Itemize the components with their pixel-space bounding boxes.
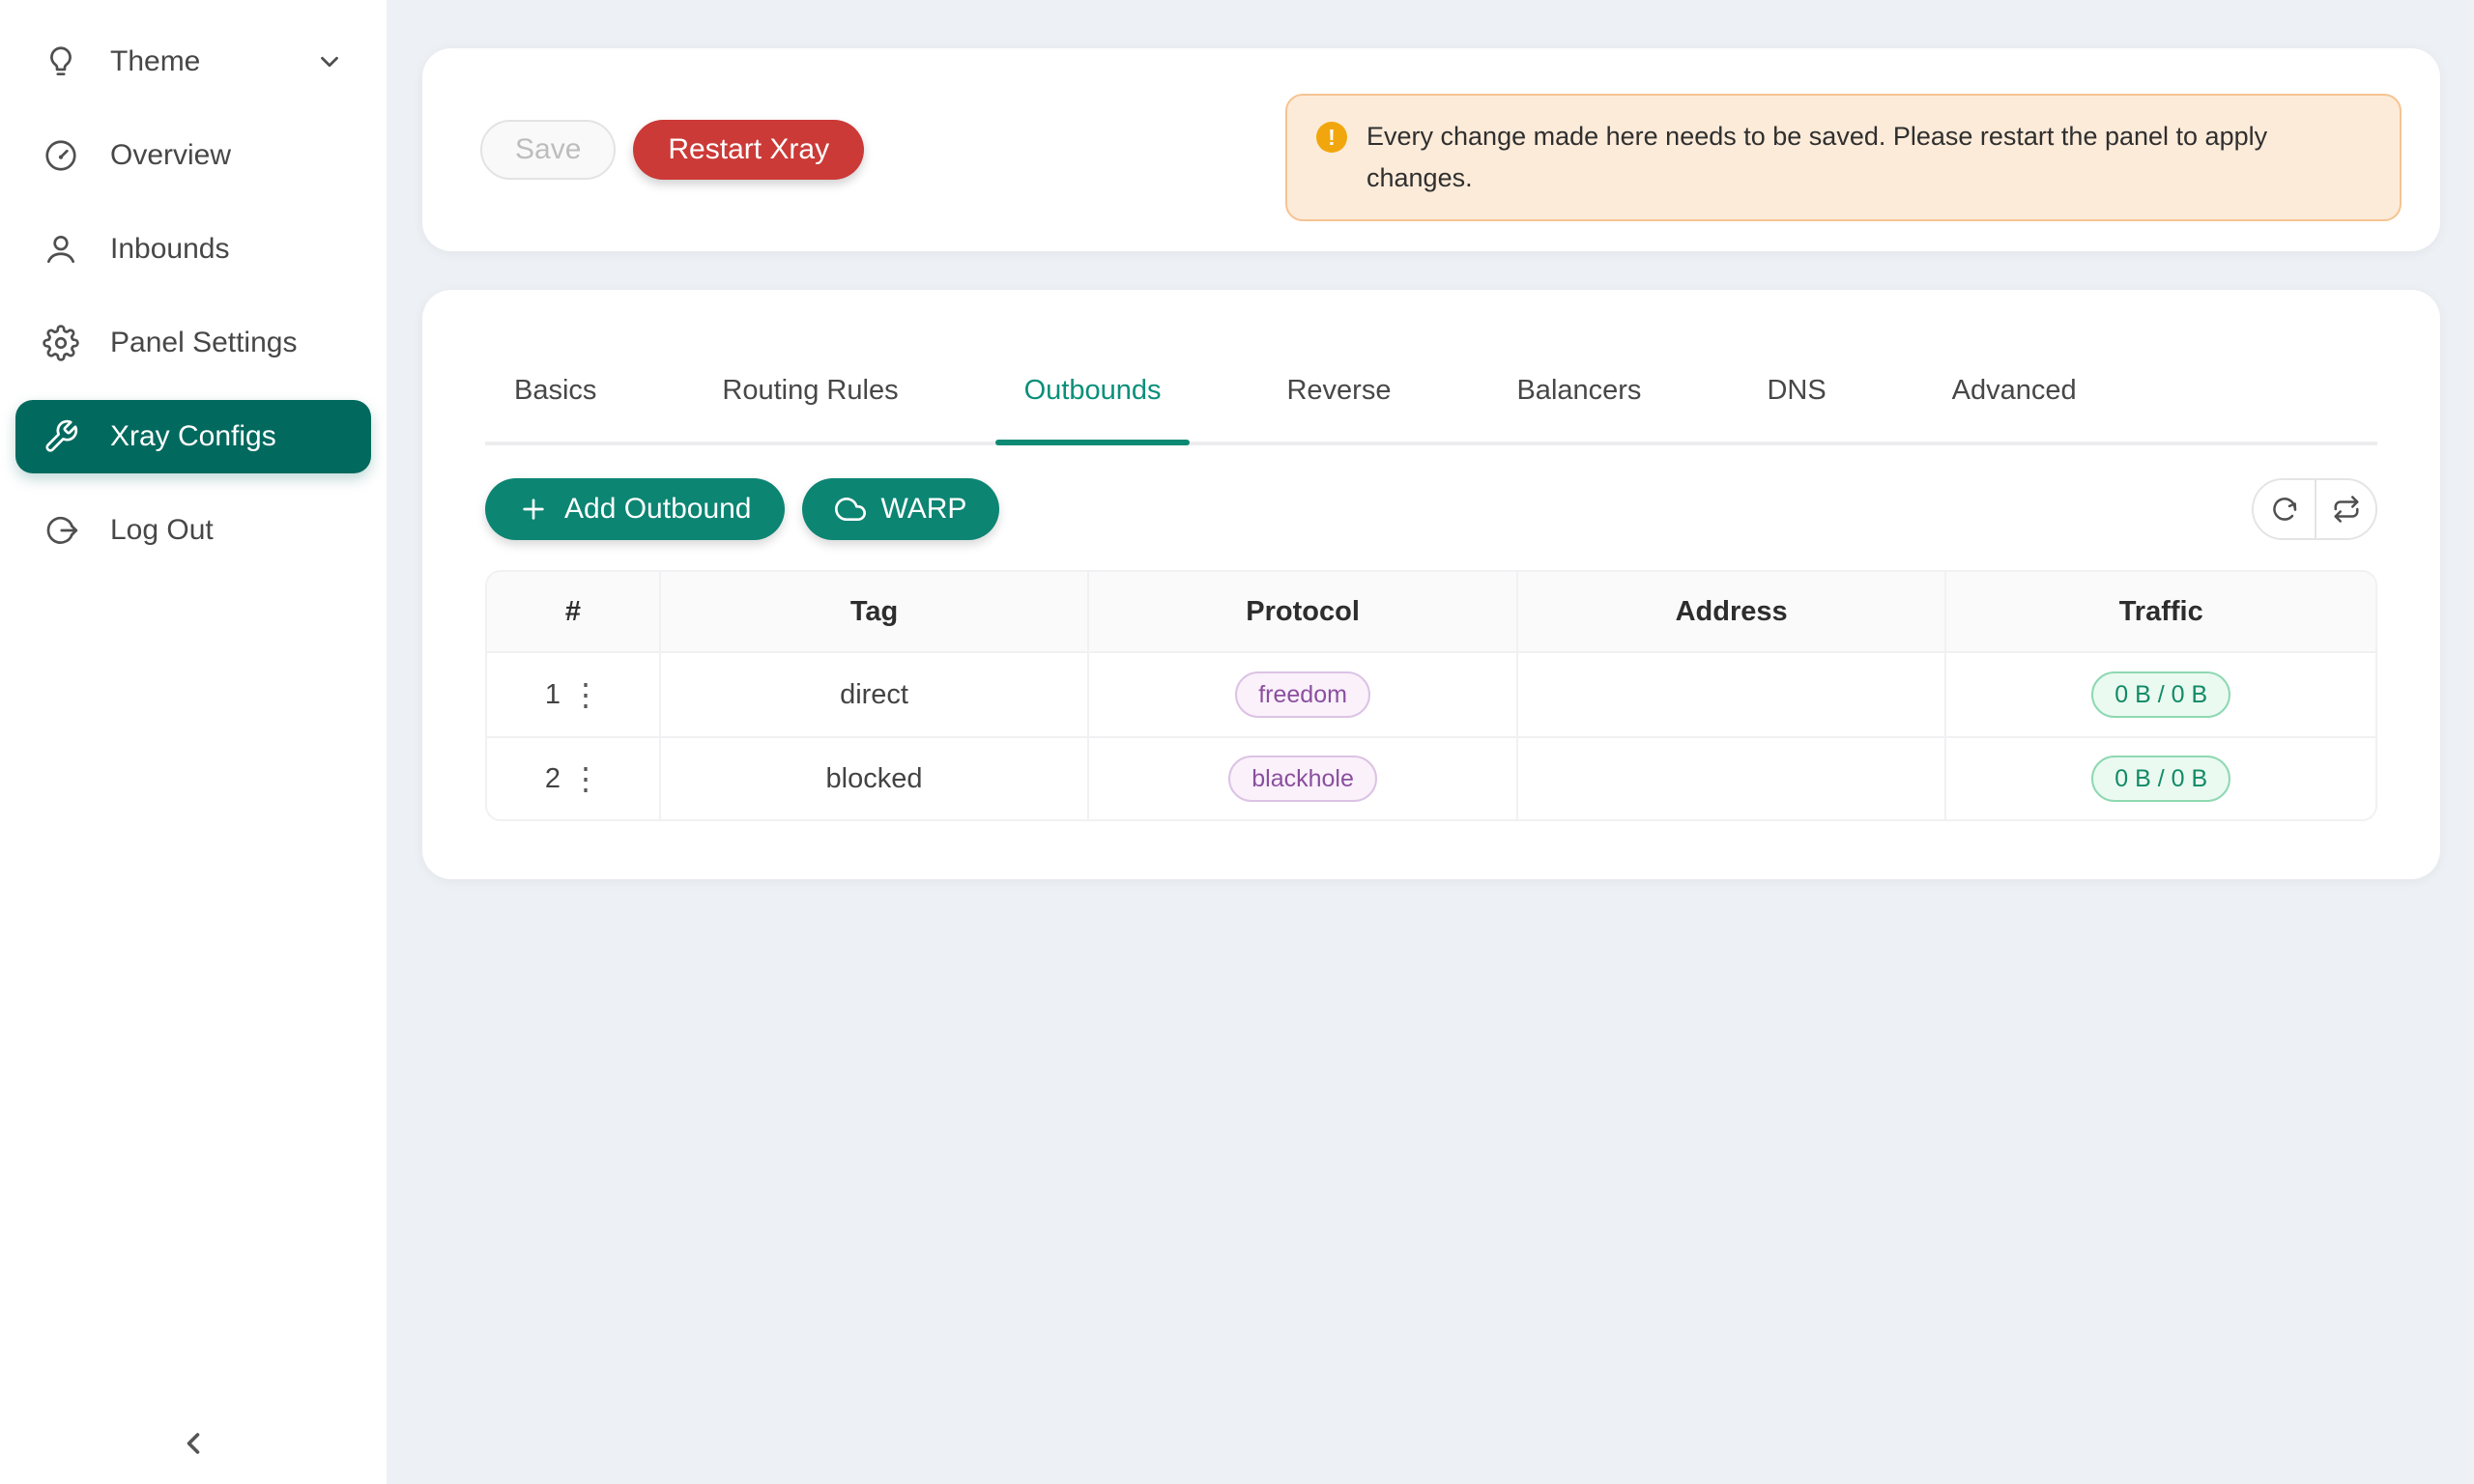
sidebar-item-label: Panel Settings (110, 327, 297, 359)
refresh-icon (2270, 495, 2299, 524)
sidebar-item-overview[interactable]: Overview (15, 119, 371, 192)
gear-icon (43, 325, 79, 361)
exclamation-circle-icon: ! (1316, 122, 1347, 153)
tab-advanced[interactable]: Advanced (1923, 375, 2106, 442)
header-index: # (487, 572, 661, 653)
tab-dns[interactable]: DNS (1738, 375, 1855, 442)
table-tools-group (2252, 478, 2377, 540)
row-tag: blocked (661, 736, 1090, 819)
table-row: 2 ⋮ blocked blackhole 0 B / 0 B (487, 736, 2375, 819)
row-index: 2 (545, 763, 561, 795)
sidebar-items: Theme Overview Inbounds Panel Settings (0, 0, 387, 567)
tab-balancers[interactable]: Balancers (1487, 375, 1670, 442)
sidebar-item-xray-configs[interactable]: Xray Configs (15, 400, 371, 473)
sidebar-item-log-out[interactable]: Log Out (15, 494, 371, 567)
logout-icon (43, 512, 79, 549)
tab-basics[interactable]: Basics (485, 375, 625, 442)
warp-label: WARP (881, 493, 967, 526)
row-tag: direct (661, 653, 1090, 736)
table-row: 1 ⋮ direct freedom 0 B / 0 B (487, 653, 2375, 736)
header-traffic: Traffic (1946, 572, 2375, 653)
sidebar-item-label: Overview (110, 139, 231, 172)
protocol-badge: blackhole (1228, 756, 1377, 802)
protocol-badge: freedom (1235, 671, 1370, 718)
xray-configs-card: Basics Routing Rules Outbounds Reverse B… (422, 290, 2440, 879)
outbounds-table-wrapper: # Tag Protocol Address Traffic 1 ⋮ (485, 570, 2377, 821)
warning-alert: ! Every change made here needs to be sav… (1285, 94, 2402, 221)
sidebar-item-label: Xray Configs (110, 420, 276, 453)
row-index: 1 (545, 679, 561, 711)
restart-xray-button[interactable]: Restart Xray (633, 120, 864, 180)
sidebar-collapse-button[interactable] (164, 1414, 222, 1472)
table-header-row: # Tag Protocol Address Traffic (487, 572, 2375, 653)
chevron-down-icon (315, 47, 344, 76)
row-menu-icon[interactable]: ⋮ (570, 679, 601, 710)
actions-row: Add Outbound WARP (485, 478, 2377, 540)
refresh-button[interactable] (2254, 480, 2315, 538)
sidebar-item-label: Inbounds (110, 233, 229, 266)
gauge-icon (43, 137, 79, 174)
row-menu-icon[interactable]: ⋮ (570, 763, 601, 794)
sidebar-item-panel-settings[interactable]: Panel Settings (15, 306, 371, 380)
sidebar-item-label: Log Out (110, 514, 214, 547)
main-content: Save Restart Xray ! Every change made he… (387, 0, 2474, 1484)
person-icon (43, 231, 79, 268)
wrench-icon (43, 418, 79, 455)
header-address: Address (1518, 572, 1947, 653)
tab-reverse[interactable]: Reverse (1257, 375, 1420, 442)
traffic-badge: 0 B / 0 B (2091, 756, 2230, 802)
repeat-icon (2332, 495, 2361, 524)
tab-outbounds[interactable]: Outbounds (995, 375, 1191, 442)
chevron-left-icon (176, 1426, 211, 1461)
row-address (1518, 736, 1947, 819)
lightbulb-icon (43, 43, 79, 80)
save-button[interactable]: Save (480, 120, 616, 180)
repeat-button[interactable] (2315, 480, 2375, 538)
toolbar-card: Save Restart Xray ! Every change made he… (422, 48, 2440, 251)
warning-alert-text: Every change made here needs to be saved… (1366, 116, 2371, 199)
tabbar: Basics Routing Rules Outbounds Reverse B… (485, 290, 2377, 445)
sidebar-item-theme[interactable]: Theme (15, 25, 371, 99)
header-protocol: Protocol (1089, 572, 1518, 653)
sidebar: Theme Overview Inbounds Panel Settings (0, 0, 387, 1484)
sidebar-item-inbounds[interactable]: Inbounds (15, 213, 371, 286)
cloud-icon (835, 494, 866, 525)
plus-icon (518, 494, 549, 525)
tab-routing-rules[interactable]: Routing Rules (693, 375, 927, 442)
outbounds-table: # Tag Protocol Address Traffic 1 ⋮ (487, 572, 2375, 819)
add-outbound-label: Add Outbound (564, 493, 752, 526)
warp-button[interactable]: WARP (802, 478, 1000, 540)
sidebar-item-label: Theme (110, 45, 200, 78)
header-tag: Tag (661, 572, 1090, 653)
toolbar: Save Restart Xray (480, 48, 864, 251)
add-outbound-button[interactable]: Add Outbound (485, 478, 785, 540)
traffic-badge: 0 B / 0 B (2091, 671, 2230, 718)
row-address (1518, 653, 1947, 736)
